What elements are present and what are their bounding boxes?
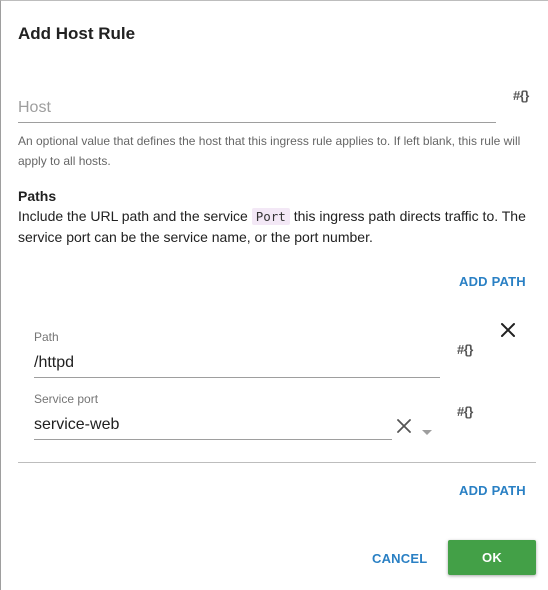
path-template-icon[interactable]: #{}: [457, 342, 473, 357]
clear-icon[interactable]: [397, 419, 411, 438]
add-path-button-top[interactable]: ADD PATH: [459, 274, 526, 289]
host-input[interactable]: [18, 97, 494, 119]
service-port-label: Service port: [34, 392, 99, 406]
dropdown-arrow-icon[interactable]: [422, 423, 432, 441]
add-path-button-bottom[interactable]: ADD PATH: [459, 483, 526, 498]
host-input-underline: [18, 122, 496, 123]
path-input[interactable]: [34, 352, 438, 374]
host-hint: An optional value that defines the host …: [18, 134, 521, 168]
path-label: Path: [34, 330, 59, 344]
path-input-underline: [34, 377, 440, 378]
service-port-input[interactable]: [34, 414, 384, 436]
port-code-chip: Port: [251, 208, 290, 225]
paths-title: Paths: [18, 188, 57, 204]
ok-button[interactable]: OK: [448, 540, 536, 575]
service-port-template-icon[interactable]: #{}: [457, 404, 473, 419]
service-port-underline: [34, 439, 392, 440]
add-host-rule-dialog: Add Host Rule #{} An optional value that…: [0, 0, 548, 590]
remove-path-close-icon[interactable]: [500, 322, 516, 343]
host-template-icon[interactable]: #{}: [513, 88, 529, 103]
dialog-title: Add Host Rule: [18, 24, 136, 43]
paths-description: Include the URL path and the service Por…: [18, 206, 538, 247]
paths-desc-before: Include the URL path and the service: [18, 208, 252, 224]
path-item-divider: [18, 462, 536, 463]
cancel-button[interactable]: CANCEL: [372, 551, 427, 566]
